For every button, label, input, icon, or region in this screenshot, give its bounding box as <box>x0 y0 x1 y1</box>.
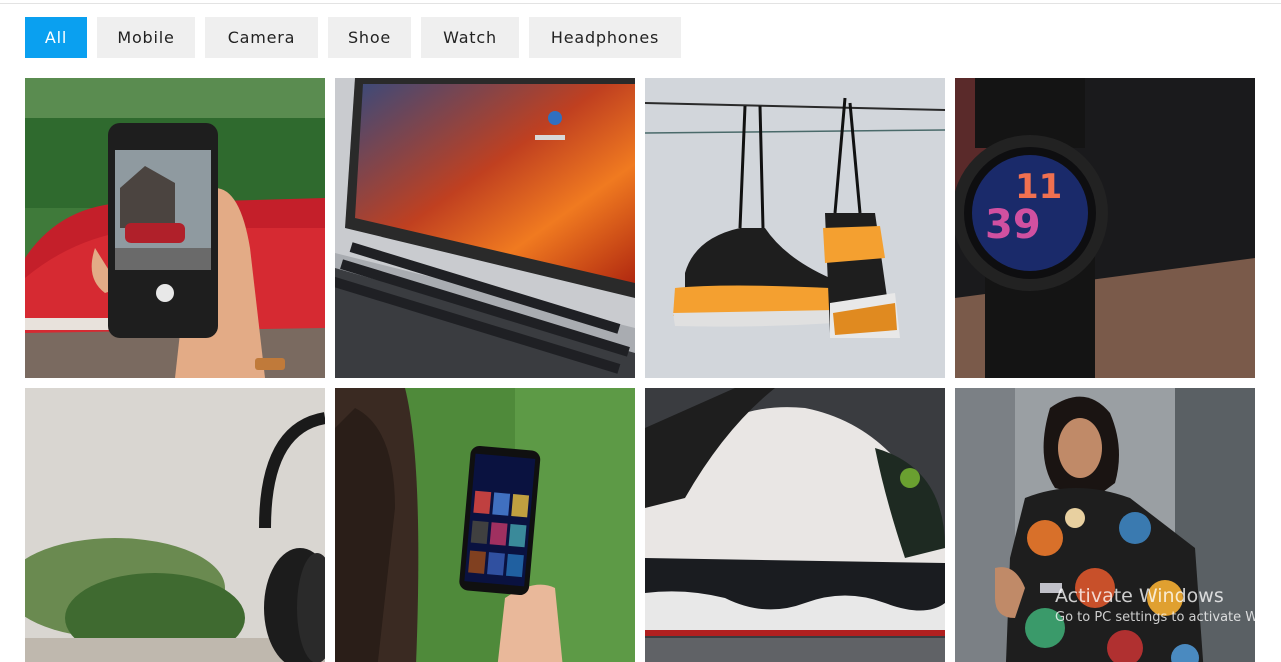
gallery-item-phone-car[interactable] <box>25 78 325 378</box>
filter-headphones-button[interactable]: Headphones <box>529 17 681 58</box>
filter-mobile-button[interactable]: Mobile <box>97 17 195 58</box>
gallery-item-smartwatch[interactable]: 11 39 <box>955 78 1255 378</box>
hanging-sneakers-image <box>645 78 945 378</box>
gallery-item-headphones[interactable] <box>25 388 325 662</box>
filter-watch-button[interactable]: Watch <box>421 17 519 58</box>
gallery-item-laptop[interactable] <box>335 78 635 378</box>
laptop-image <box>335 78 635 378</box>
top-divider <box>0 3 1281 4</box>
svg-text:39: 39 <box>985 202 1041 248</box>
gallery-item-basketball-sneaker[interactable] <box>645 388 945 662</box>
svg-text:11: 11 <box>1015 167 1062 207</box>
phone-streaming-image <box>335 388 635 662</box>
filter-shoe-button[interactable]: Shoe <box>328 17 411 58</box>
gallery-item-floral-jacket[interactable] <box>955 388 1255 662</box>
filter-bar: All Mobile Camera Shoe Watch Headphones <box>25 17 681 58</box>
gallery-grid: 11 39 <box>25 78 1255 662</box>
basketball-sneaker-image <box>645 388 945 662</box>
filter-camera-button[interactable]: Camera <box>205 17 318 58</box>
phone-car-image <box>25 78 325 378</box>
filter-all-button[interactable]: All <box>25 17 87 58</box>
gallery-item-phone-streaming[interactable] <box>335 388 635 662</box>
smartwatch-image: 11 39 <box>955 78 1255 378</box>
headphones-image <box>25 388 325 662</box>
gallery-item-hanging-sneakers[interactable] <box>645 78 945 378</box>
floral-jacket-image <box>955 388 1255 662</box>
